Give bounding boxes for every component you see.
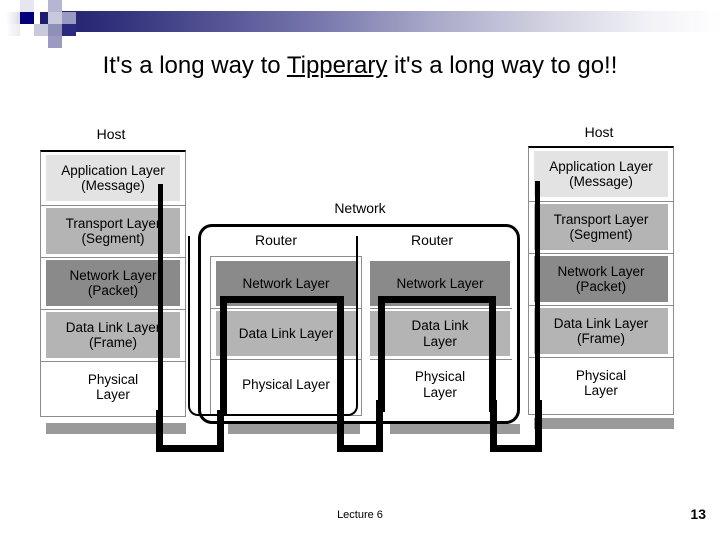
layer-name: Network Layer — [396, 275, 484, 291]
right-host-layer-transport: Transport Layer (Segment) — [534, 204, 668, 250]
right-host-separator — [529, 201, 673, 202]
layer-unit: (Segment) — [81, 231, 145, 246]
slide: It's a long way to Tipperary it's a long… — [0, 0, 720, 540]
layer-name: Transport Layer — [553, 211, 649, 227]
layer-name: Physical — [87, 371, 139, 387]
layer-name: Application Layer — [61, 162, 165, 178]
right-host-layer-network: Network Layer (Packet) — [534, 256, 668, 302]
connector-router1-to-router2 — [337, 400, 383, 452]
layer-name: Network Layer — [69, 267, 157, 283]
right-host-separator — [529, 305, 673, 306]
layer-unit: (Message) — [81, 178, 145, 193]
left-host-stack-line — [158, 184, 163, 420]
right-host-layer-datalink: Data Link Layer (Frame) — [534, 308, 668, 354]
layer-name: Transport Layer — [65, 215, 161, 231]
right-host-separator — [529, 357, 673, 358]
layer-unit: Layer — [96, 387, 130, 402]
left-host-separator — [41, 257, 185, 258]
layer-unit: (Frame) — [89, 335, 137, 350]
layer-unit: (Packet) — [575, 279, 627, 294]
layer-name: Physical — [575, 367, 627, 383]
network-caption: Network — [334, 200, 386, 216]
right-host-medium-bar — [534, 418, 674, 429]
layer-unit: (Frame) — [577, 331, 625, 346]
right-host-layer-physical: Physical Layer — [534, 360, 668, 406]
right-host-caption: Host — [584, 124, 614, 140]
left-host-separator — [41, 205, 185, 206]
layer-name: Network Layer — [557, 263, 645, 279]
left-host-separator — [41, 361, 185, 362]
right-host-separator — [529, 253, 673, 254]
router1-network-link-bridge — [220, 296, 344, 416]
layer-unit: Layer — [584, 383, 618, 398]
layer-unit: (Message) — [569, 174, 633, 189]
layer-name: Application Layer — [549, 158, 653, 174]
right-host-layer-application: Application Layer (Message) — [534, 151, 668, 197]
connector-host1-to-router1 — [156, 410, 224, 452]
left-host-caption: Host — [96, 126, 126, 142]
router-2-caption: Router — [410, 232, 454, 248]
layer-unit: (Packet) — [87, 283, 139, 298]
layer-name: Data Link Layer — [553, 315, 649, 331]
footer-page-number: 13 — [690, 506, 706, 522]
footer-lecture-label: Lecture 6 — [337, 509, 383, 521]
layer-name: Data Link Layer — [65, 319, 161, 335]
layer-unit: (Segment) — [569, 227, 633, 242]
router2-network-link-bridge — [378, 296, 496, 412]
right-host-stack-line — [535, 181, 540, 436]
left-host-separator — [41, 309, 185, 310]
osi-layer-diagram: Host Application Layer (Message) Transpo… — [0, 0, 720, 540]
